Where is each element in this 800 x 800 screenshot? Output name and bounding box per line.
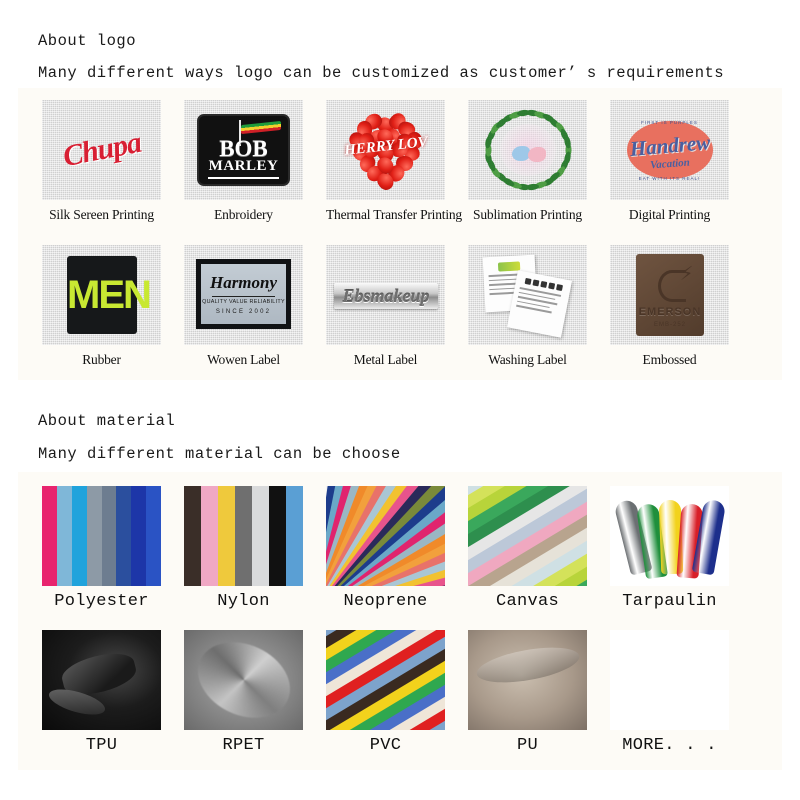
logo-item-label: Wowen Label: [207, 352, 280, 367]
about-logo-heading: About logo: [38, 32, 137, 50]
woven-label-patch: Harmony QUALITY VALUE RELIABILITY SINCE …: [196, 259, 291, 329]
materials-panel: Polyester Nylon Neoprene Canvas Tarpauli…: [18, 472, 782, 770]
canvas-image: [468, 486, 587, 586]
material-item-label: RPET: [222, 736, 265, 755]
sublimation-printing-image: [468, 100, 587, 200]
logo-item-embossed[interactable]: ⚡ EMERSON EMB-252 Embossed: [610, 245, 729, 368]
patch-underline: [208, 177, 279, 179]
harmony-since: SINCE 2002: [215, 309, 272, 315]
material-item-polyester[interactable]: Polyester: [42, 486, 161, 611]
material-item-label: Polyester: [54, 592, 149, 611]
silk-screen-printing-image: Chupa: [42, 100, 161, 200]
material-item-label: PVC: [369, 736, 402, 755]
material-item-label: MORE. . .: [622, 736, 717, 755]
material-item-pu[interactable]: PU: [468, 630, 587, 755]
logo-item-label: Silk Sereen Printing: [49, 207, 154, 222]
material-item-label: Nylon: [217, 592, 270, 611]
rpet-image: [184, 630, 303, 730]
logo-item-label: Washing Label: [488, 352, 567, 367]
washing-label-image: [468, 245, 587, 345]
logo-item-woven-label[interactable]: Harmony QUALITY VALUE RELIABILITY SINCE …: [184, 245, 303, 368]
logo-item-label: Metal Label: [353, 352, 418, 367]
logo-item-embroidery[interactable]: BOB MARLEY Enbroidery: [184, 100, 303, 223]
material-item-label: Neoprene: [343, 592, 428, 611]
logo-item-thermal-transfer-printing[interactable]: HERRY LOV Thermal Transfer Printing: [326, 100, 462, 223]
material-item-label: PU: [516, 736, 538, 755]
material-item-canvas[interactable]: Canvas: [468, 486, 587, 611]
neoprene-image: [326, 486, 445, 586]
about-material-heading: About material: [38, 412, 176, 430]
material-row-2: TPU RPET PVC PU MORE. . .: [18, 630, 782, 755]
handrew-bottom-text: EAT WITH ITS REAL!: [638, 176, 701, 181]
care-symbols-icon: [516, 276, 571, 292]
care-label-back: [506, 270, 573, 338]
pvc-image: [326, 630, 445, 730]
logo-row-2: MEN Rubber Harmony QUALITY VALUE RELIABI…: [18, 245, 782, 368]
bob-marley-patch: BOB MARLEY: [197, 114, 290, 186]
men-text: MEN: [67, 273, 152, 317]
marley-text: MARLEY: [208, 158, 279, 174]
pink-bird-icon: [528, 147, 546, 162]
harmony-brand-name: Harmony: [209, 273, 278, 292]
rubber-image: MEN: [42, 245, 161, 345]
tpu-image: [42, 630, 161, 730]
rubber-patch: MEN: [67, 256, 152, 334]
embossed-image: ⚡ EMERSON EMB-252: [610, 245, 729, 345]
logo-item-label: Thermal Transfer Printing: [326, 207, 462, 222]
logo-item-label: Embossed: [642, 352, 697, 367]
emerson-text: EMERSON: [638, 306, 702, 318]
material-item-label: Canvas: [495, 592, 559, 611]
logo-item-label: Rubber: [82, 352, 121, 367]
thermal-transfer-printing-image: HERRY LOV: [326, 100, 445, 200]
chupa-logo-text: Chupa: [59, 125, 144, 174]
material-item-label: Tarpaulin: [622, 592, 717, 611]
emerson-code-text: EMB-252: [653, 322, 686, 328]
nylon-image: [184, 486, 303, 586]
embroidery-image: BOB MARLEY: [184, 100, 303, 200]
pu-image: [468, 630, 587, 730]
logo-item-rubber[interactable]: MEN Rubber: [42, 245, 161, 368]
logo-item-silk-screen-printing[interactable]: Chupa Silk Sereen Printing: [42, 100, 161, 223]
polyester-image: [42, 486, 161, 586]
divider: [212, 296, 275, 297]
woven-label-image: Harmony QUALITY VALUE RELIABILITY SINCE …: [184, 245, 303, 345]
harmony-tagline: QUALITY VALUE RELIABILITY: [202, 299, 285, 305]
about-material-subtitle: Many different material can be choose: [38, 445, 401, 463]
logo-row-1: Chupa Silk Sereen Printing BOB MARLEY En…: [18, 100, 782, 223]
logo-item-label: Enbroidery: [214, 207, 273, 222]
tarpaulin-image: [610, 486, 729, 586]
logo-item-digital-printing[interactable]: FIRST IS PURPLES Handrew Vacation EAT WI…: [610, 100, 729, 223]
material-item-label: TPU: [85, 736, 118, 755]
material-item-tpu[interactable]: TPU: [42, 630, 161, 755]
product-catalog-page: About logo Many different ways logo can …: [0, 0, 800, 800]
logo-methods-panel: Chupa Silk Sereen Printing BOB MARLEY En…: [18, 88, 782, 380]
handrew-top-text: FIRST IS PURPLES: [641, 120, 698, 125]
rasta-flag-icon: [241, 120, 281, 135]
more-materials-image: [610, 630, 729, 730]
material-item-more[interactable]: MORE. . .: [610, 630, 729, 755]
logo-item-label: Sublimation Printing: [473, 207, 582, 222]
material-row-1: Polyester Nylon Neoprene Canvas Tarpauli…: [18, 486, 782, 611]
logo-item-sublimation-printing[interactable]: Sublimation Printing: [468, 100, 587, 223]
material-item-tarpaulin[interactable]: Tarpaulin: [610, 486, 729, 611]
metal-label-image: Ebsmakeup: [326, 245, 445, 345]
logo-item-metal-label[interactable]: Ebsmakeup Metal Label: [326, 245, 445, 368]
material-item-pvc[interactable]: PVC: [326, 630, 445, 755]
metal-plate: Ebsmakeup: [334, 283, 438, 309]
digital-printing-image: FIRST IS PURPLES Handrew Vacation EAT WI…: [610, 100, 729, 200]
material-item-nylon[interactable]: Nylon: [184, 486, 303, 611]
about-logo-subtitle: Many different ways logo can be customiz…: [38, 64, 725, 82]
material-item-neoprene[interactable]: Neoprene: [326, 486, 445, 611]
material-item-rpet[interactable]: RPET: [184, 630, 303, 755]
bob-text: BOB: [219, 136, 268, 161]
metal-label-text: Ebsmakeup: [342, 285, 430, 306]
leather-patch: ⚡ EMERSON EMB-252: [636, 254, 704, 336]
logo-item-washing-label[interactable]: Washing Label: [468, 245, 587, 368]
logo-item-label: Digital Printing: [628, 207, 711, 222]
